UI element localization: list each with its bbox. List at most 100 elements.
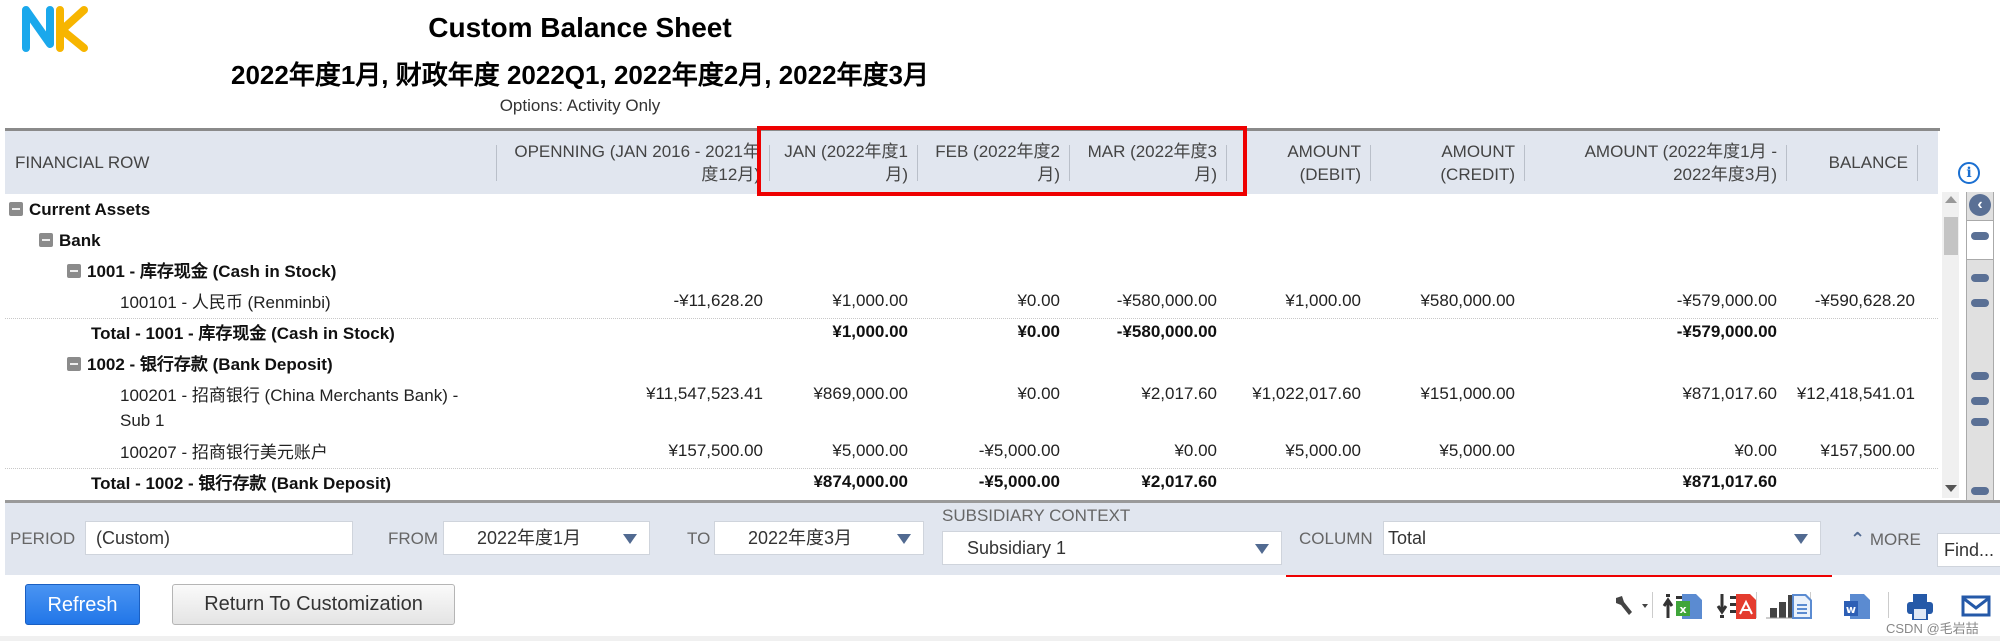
from-select[interactable]: 2022年度1月 xyxy=(443,521,650,555)
column-header-label: MAR (2022年度3月) xyxy=(1087,141,1217,184)
svg-text:w: w xyxy=(1846,603,1856,616)
footer-bar xyxy=(0,636,2000,641)
to-select[interactable]: 2022年度3月 xyxy=(714,521,924,555)
watermark: CSDN @毛岩喆 xyxy=(1886,621,1979,636)
table-row[interactable]: 100101 - 人民币 (Renminbi) -¥11,628.20 ¥1,000… xyxy=(5,287,1938,319)
subsidiary-select[interactable]: Subsidiary 1 xyxy=(942,531,1282,565)
scroll-down-arrow-icon[interactable] xyxy=(1945,485,1957,492)
table-row[interactable]: 1002 - 银行存款 (Bank Deposit) xyxy=(5,349,1938,380)
document-icon[interactable] xyxy=(1786,592,1818,620)
row-label: 100207 - 招商银行美元账户 xyxy=(120,440,490,465)
column-header-label: BALANCE xyxy=(1828,153,1908,172)
row-value-amount: ¥5,000.00 xyxy=(1285,441,1361,460)
row-value-feb: ¥0.00 xyxy=(1017,291,1060,310)
row-label: Current Assets xyxy=(9,197,490,222)
row-marker-icon[interactable] xyxy=(1971,232,1989,240)
dropdown-caret-icon xyxy=(897,534,911,544)
row-value-amount: ¥871,017.60 xyxy=(1682,384,1777,403)
row-value-amount: ¥151,000.00 xyxy=(1420,384,1515,403)
return-to-customization-button[interactable]: Return To Customization xyxy=(172,584,455,625)
table-row[interactable]: 100207 - 招商银行美元账户 ¥157,500.00 ¥5,000.00 -¥5… xyxy=(5,437,1938,469)
row-label-text: 100201 - 招商银行 (China Merchants Bank) - S… xyxy=(120,386,459,430)
column-header-mar[interactable]: MAR (2022年度3月) xyxy=(1070,131,1227,194)
collapse-toggle-icon[interactable] xyxy=(9,202,23,216)
row-marker-icon[interactable] xyxy=(1971,487,1989,495)
from-value: 2022年度1月 xyxy=(477,528,582,548)
collapse-toggle-icon[interactable] xyxy=(67,357,81,371)
column-header-jan[interactable]: JAN (2022年度1月) xyxy=(770,131,918,194)
row-value-feb: -¥5,000.00 xyxy=(978,441,1060,460)
table-row[interactable]: 100201 - 招商银行 (China Merchants Bank) - S… xyxy=(5,380,1938,437)
column-header-label: FINANCIAL ROW xyxy=(15,153,150,172)
collapse-toggle-icon[interactable] xyxy=(39,233,53,247)
column-header-label: FEB (2022年度2月) xyxy=(935,141,1060,184)
excel-icon[interactable]: x xyxy=(1674,592,1706,620)
table-row[interactable]: Total - 1002 - 银行存款 (Bank Deposit) ¥874,0… xyxy=(5,468,1938,499)
row-label-text: Total - 1001 - 库存现金 (Cash in Stock) xyxy=(91,324,395,343)
table-row[interactable]: Total - 1001 - 库存现金 (Cash in Stock) ¥1,00… xyxy=(5,318,1938,349)
row-value-mar: ¥2,017.60 xyxy=(1141,384,1217,403)
pdf-icon[interactable] xyxy=(1730,592,1762,620)
period-field[interactable]: (Custom) xyxy=(85,521,353,555)
to-value: 2022年度3月 xyxy=(748,528,853,548)
row-value-amount: ¥0.00 xyxy=(1734,441,1777,460)
table-row[interactable]: Current Assets xyxy=(5,194,1938,225)
scrollbar-thumb[interactable] xyxy=(1944,217,1958,255)
column-header-amount-credit[interactable]: AMOUNT (CREDIT) xyxy=(1371,131,1525,194)
row-value-jan: ¥874,000.00 xyxy=(813,472,908,491)
row-value-mar: -¥580,000.00 xyxy=(1116,322,1217,341)
row-value-amount: ¥871,017.60 xyxy=(1682,472,1777,491)
word-icon[interactable]: w xyxy=(1842,592,1874,620)
collapse-panel-icon[interactable]: ‹ xyxy=(1969,194,1991,216)
report-options: Options: Activity Only xyxy=(499,96,661,115)
row-value-amount: ¥1,000.00 xyxy=(1285,291,1361,310)
column-select[interactable]: Total xyxy=(1383,521,1821,555)
row-value-mar: -¥580,000.00 xyxy=(1116,291,1217,310)
row-label-text: 100101 - 人民币 (Renminbi) xyxy=(120,293,331,312)
column-header-amount-range[interactable]: AMOUNT (2022年度1月 - 2022年度3月) xyxy=(1525,131,1787,194)
column-value: Total xyxy=(1388,528,1427,548)
row-value-amount: -¥579,000.00 xyxy=(1676,322,1777,341)
row-marker-icon[interactable] xyxy=(1971,274,1989,282)
scroll-up-arrow-icon[interactable] xyxy=(1945,196,1957,203)
row-value-balance: ¥12,418,541.01 xyxy=(1796,384,1915,403)
row-value-jan: ¥869,000.00 xyxy=(813,384,908,403)
row-value-openning: ¥11,547,523.41 xyxy=(646,384,763,403)
table-row[interactable]: 1001 - 库存现金 (Cash in Stock) xyxy=(5,256,1938,287)
info-icon[interactable]: i xyxy=(1958,162,1980,184)
find-input[interactable]: Find... xyxy=(1937,533,2000,567)
row-marker-icon[interactable] xyxy=(1971,372,1989,380)
wrench-icon[interactable] xyxy=(1612,592,1652,620)
row-value-jan: ¥5,000.00 xyxy=(832,441,908,460)
row-value-openning: -¥11,628.20 xyxy=(673,291,763,310)
row-value-mar: ¥0.00 xyxy=(1174,441,1217,460)
column-header-balance[interactable]: BALANCE xyxy=(1787,131,1918,194)
report-title: Custom Balance Sheet xyxy=(428,12,732,43)
company-name-clipped xyxy=(455,0,725,4)
row-label: Total - 1001 - 库存现金 (Cash in Stock) xyxy=(91,321,514,346)
refresh-button[interactable]: Refresh xyxy=(25,584,140,625)
column-header-label: JAN (2022年度1月) xyxy=(784,141,908,184)
column-header-openning[interactable]: OPENNING (JAN 2016 - 2021年度12月) xyxy=(497,131,770,194)
column-header-feb[interactable]: FEB (2022年度2月) xyxy=(918,131,1070,194)
row-value-amount: -¥579,000.00 xyxy=(1676,291,1777,310)
vertical-scrollbar[interactable] xyxy=(1942,192,1959,498)
table-row[interactable]: Bank xyxy=(5,225,1938,256)
row-marker-icon[interactable] xyxy=(1971,397,1989,405)
column-label: COLUMN xyxy=(1299,529,1373,548)
row-label-text: Total - 1002 - 银行存款 (Bank Deposit) xyxy=(91,474,392,493)
more-toggle[interactable]: ⌃ MORE xyxy=(1850,529,1921,550)
row-marker-icon[interactable] xyxy=(1971,418,1989,426)
row-label-text: 1002 - 银行存款 (Bank Deposit) xyxy=(87,355,333,374)
column-header-financial-row[interactable]: FINANCIAL ROW xyxy=(5,131,497,194)
email-icon[interactable] xyxy=(1960,592,1992,620)
row-label-text: Bank xyxy=(59,231,101,250)
row-marker-icon[interactable] xyxy=(1971,299,1989,307)
row-value-jan: ¥1,000.00 xyxy=(832,322,908,341)
collapse-toggle-icon[interactable] xyxy=(67,264,81,278)
row-value-jan: ¥1,000.00 xyxy=(832,291,908,310)
find-placeholder: Find... xyxy=(1944,540,1995,560)
column-header-amount-debit[interactable]: AMOUNT (DEBIT) xyxy=(1227,131,1371,194)
side-navigation-panel: ‹ xyxy=(1966,192,1994,500)
print-icon[interactable] xyxy=(1904,592,1936,620)
